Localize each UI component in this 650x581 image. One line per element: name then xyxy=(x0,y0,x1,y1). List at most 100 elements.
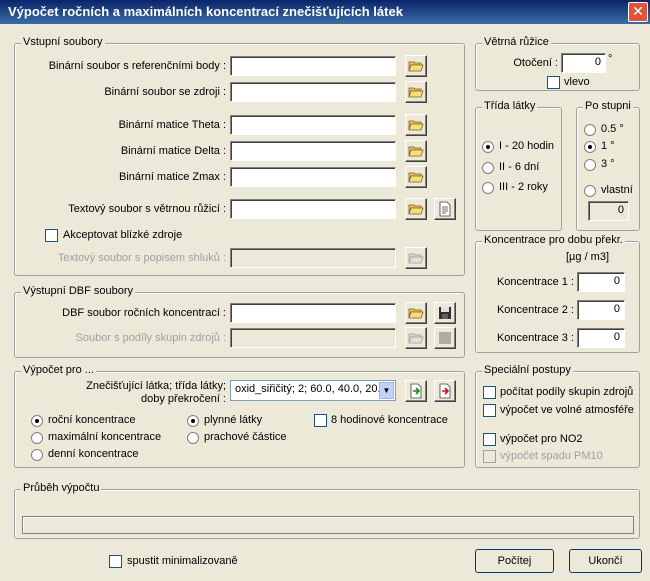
ref-body-label: Binární soubor s referenčními body : xyxy=(48,60,226,72)
max-radio-label: maximální koncentrace xyxy=(48,431,162,443)
rocni-radio-label: roční koncentrace xyxy=(48,414,136,426)
rocni-radio[interactable] xyxy=(31,415,43,427)
osmihodinove-label: 8 hodinové koncentrace xyxy=(331,414,448,426)
blizke-zdroje-checkbox[interactable] xyxy=(45,229,58,242)
zmax-input[interactable] xyxy=(230,167,396,187)
floppy-disk-icon xyxy=(437,330,453,346)
export-red-icon xyxy=(437,383,453,399)
k1-input[interactable]: 0 xyxy=(577,272,625,292)
delta-input[interactable] xyxy=(230,141,396,161)
podily-input xyxy=(230,328,396,348)
stupen-3-radio[interactable] xyxy=(584,159,596,171)
open-folder-icon xyxy=(408,117,424,133)
otoceni-label: Otočení : xyxy=(513,57,558,69)
k3-label: Koncentrace 3 : xyxy=(496,332,574,344)
chevron-down-icon[interactable]: ▼ xyxy=(379,382,394,399)
browse-podily-button xyxy=(405,327,427,349)
plynne-radio-label: plynné látky xyxy=(204,414,263,426)
zmax-label: Binární matice Zmax : xyxy=(119,171,226,183)
k3-input[interactable]: 0 xyxy=(577,328,625,348)
browse-shluky-button xyxy=(405,247,427,269)
stupen-vlastni-label: vlastní xyxy=(601,184,633,196)
rocni-dbf-label: DBF soubor ročních koncentrací : xyxy=(62,307,226,319)
stupen-05-radio[interactable] xyxy=(584,124,596,136)
otoceni-degree: ° xyxy=(608,53,613,65)
volna-atmosfera-checkbox[interactable] xyxy=(483,404,496,417)
concentration-group-title: Koncentrace pro dobu překr. xyxy=(482,234,625,246)
floppy-disk-icon xyxy=(437,305,453,321)
ukonci-button[interactable]: Ukončí xyxy=(569,549,642,573)
minimalizovane-label: spustit minimalizovaně xyxy=(127,555,238,567)
browse-delta-button[interactable] xyxy=(405,140,427,162)
save-rocni-dbf-button[interactable] xyxy=(434,302,456,324)
browse-theta-button[interactable] xyxy=(405,114,427,136)
theta-input[interactable] xyxy=(230,115,396,135)
minimalizovane-checkbox[interactable] xyxy=(109,555,122,568)
volna-atmosfera-label: výpočet ve volné atmosféře xyxy=(500,404,634,416)
shluky-label: Textový soubor s popisem shluků : xyxy=(57,252,226,264)
podily-skupin-checkbox[interactable] xyxy=(483,386,496,399)
vlevo-checkbox[interactable] xyxy=(547,76,560,89)
latka-select[interactable]: oxid_siřičitý; 2; 60.0, 40.0, 20. ▼ xyxy=(230,380,396,401)
open-folder-icon xyxy=(408,250,424,266)
export-green-icon xyxy=(408,383,424,399)
concentration-unit: [µg / m3] xyxy=(566,251,610,263)
close-button[interactable]: ✕ xyxy=(628,2,648,22)
trida-2-radio[interactable] xyxy=(482,162,494,174)
browse-zmax-button[interactable] xyxy=(405,166,427,188)
max-radio[interactable] xyxy=(31,432,43,444)
stupen-vlastni-radio[interactable] xyxy=(584,185,596,197)
progress-bar xyxy=(22,516,634,534)
open-folder-icon xyxy=(408,201,424,217)
output-files-group: Výstupní DBF soubory xyxy=(14,285,465,358)
podily-label: Soubor s podíly skupin zdrojů : xyxy=(75,332,226,344)
k2-input[interactable]: 0 xyxy=(577,300,625,320)
trida-1-label: I - 20 hodin xyxy=(499,140,555,152)
step-group-title: Po stupni xyxy=(583,100,633,112)
osmihodinove-checkbox[interactable] xyxy=(314,414,327,427)
compute-for-group-title: Výpočet pro ... xyxy=(21,364,96,376)
denni-radio[interactable] xyxy=(31,449,43,461)
browse-zdroje-button[interactable] xyxy=(405,81,427,103)
export-red-button[interactable] xyxy=(434,380,456,402)
output-files-group-title: Výstupní DBF soubory xyxy=(21,285,136,297)
export-green-button[interactable] xyxy=(405,380,427,402)
otoceni-input[interactable]: 0 xyxy=(561,53,606,73)
ruzice-input[interactable] xyxy=(230,199,396,219)
latka-select-value: oxid_siřičitý; 2; 60.0, 40.0, 20. xyxy=(235,383,381,395)
stupen-05-label: 0.5 ° xyxy=(601,123,624,135)
trida-3-radio[interactable] xyxy=(482,182,494,194)
zdroje-input[interactable] xyxy=(230,82,396,102)
open-folder-icon xyxy=(408,330,424,346)
rocni-dbf-input[interactable] xyxy=(230,303,396,323)
prachove-radio-label: prachové částice xyxy=(204,431,287,443)
open-folder-icon xyxy=(408,305,424,321)
view-ruzice-button[interactable] xyxy=(434,198,456,220)
prachove-radio[interactable] xyxy=(187,432,199,444)
browse-ruzice-button[interactable] xyxy=(405,198,427,220)
open-folder-icon xyxy=(408,58,424,74)
no2-checkbox[interactable] xyxy=(483,433,496,446)
shluky-input xyxy=(230,248,396,268)
pm10-checkbox xyxy=(483,450,496,463)
pocitej-button[interactable]: Počítej xyxy=(475,549,554,573)
delta-label: Binární matice Delta : xyxy=(120,145,226,157)
latka-label-line2: doby překročení : xyxy=(141,393,226,405)
stupen-1-radio[interactable] xyxy=(584,141,596,153)
ruzice-label: Textový soubor s větrnou růžicí : xyxy=(68,203,226,215)
latka-label-line1: Znečišťující látka; třída látky; xyxy=(86,380,226,392)
trida-1-radio[interactable] xyxy=(482,141,494,153)
input-files-group-title: Vstupní soubory xyxy=(21,36,105,48)
open-folder-icon xyxy=(408,143,424,159)
plynne-radio[interactable] xyxy=(187,415,199,427)
open-folder-icon xyxy=(408,169,424,185)
browse-rocni-dbf-button[interactable] xyxy=(405,302,427,324)
trida-3-label: III - 2 roky xyxy=(499,181,548,193)
vlastni-input: 0 xyxy=(588,201,629,221)
browse-ref-body-button[interactable] xyxy=(405,55,427,77)
save-podily-button xyxy=(434,327,456,349)
denni-radio-label: denní koncentrace xyxy=(48,448,139,460)
wind-rose-group-title: Větrná růžice xyxy=(482,36,551,48)
ref-body-input[interactable] xyxy=(230,56,396,76)
k2-label: Koncentrace 2 : xyxy=(496,304,574,316)
